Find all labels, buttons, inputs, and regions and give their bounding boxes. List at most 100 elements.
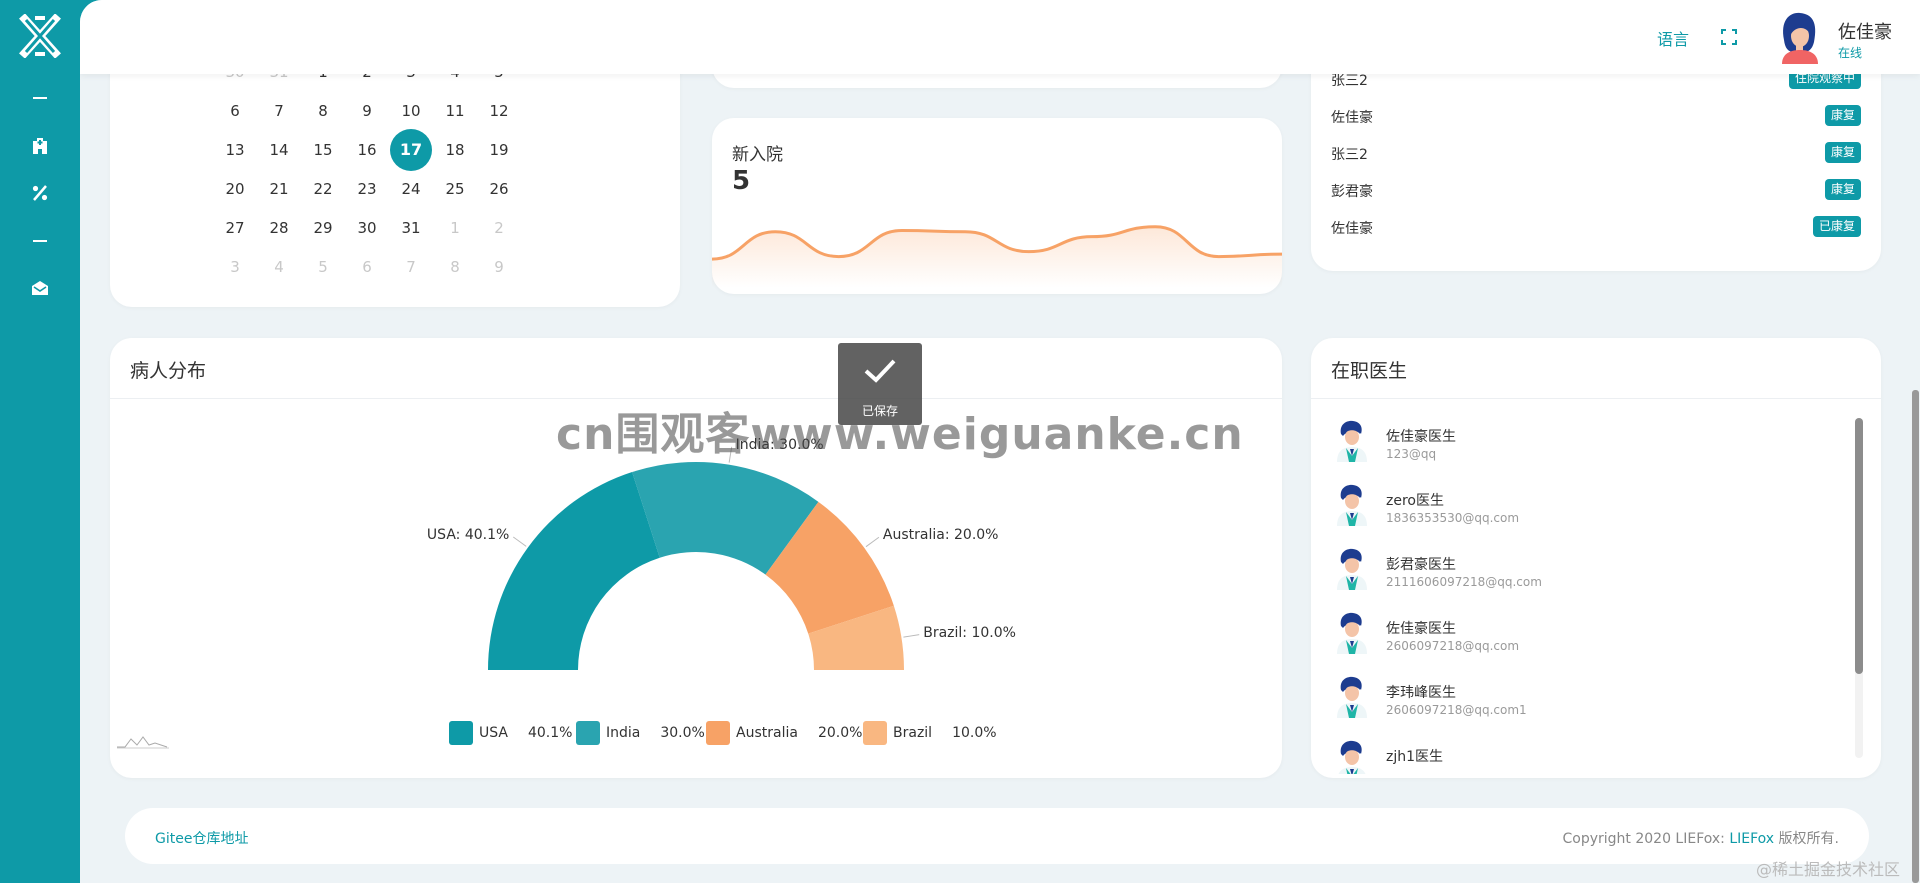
calendar-day[interactable]: 11 <box>435 97 475 125</box>
calendar-day[interactable]: 12 <box>479 97 519 125</box>
user-name[interactable]: 佐佳豪 <box>1838 18 1892 44</box>
calendar-day-selected[interactable]: 17 <box>390 129 432 171</box>
calendar-day[interactable]: 13 <box>215 136 255 164</box>
calendar-day[interactable]: 20 <box>215 175 255 203</box>
legend-item-brazil[interactable]: Brazil 10.0% <box>863 721 997 745</box>
copyright-prefix: Copyright 2020 LIEFox: <box>1562 831 1725 847</box>
legend-item-australia[interactable]: Australia 20.0% <box>706 721 862 745</box>
calendar-day[interactable]: 6 <box>215 97 255 125</box>
calendar-day[interactable]: 25 <box>435 175 475 203</box>
calendar-day[interactable]: 21 <box>259 175 299 203</box>
calendar-day[interactable]: 4 <box>259 253 299 281</box>
sidebar <box>0 0 80 883</box>
status-badge: 康复 <box>1824 142 1861 163</box>
doctor-email: 2606097218@qq.com <box>1386 639 1520 653</box>
calendar-day[interactable]: 31 <box>391 214 431 242</box>
legend-label: Australia <box>736 725 798 741</box>
copyright-link[interactable]: LIEFox <box>1729 831 1774 847</box>
new-admissions-title: 新入院 <box>732 145 783 165</box>
doctor-avatar <box>1333 676 1369 718</box>
scrollbar-thumb[interactable] <box>1855 418 1863 674</box>
legend-value: 10.0% <box>952 725 997 741</box>
doctor-list-item[interactable]: 佐佳豪医生 2606097218@qq.com <box>1333 612 1813 668</box>
calendar-day[interactable]: 28 <box>259 214 299 242</box>
legend-swatch <box>706 721 730 745</box>
slice-label: USA: 40.1% <box>426 526 510 543</box>
calendar-day[interactable]: 16 <box>347 136 387 164</box>
chart-thumbnail-icon[interactable] <box>115 733 171 749</box>
language-switch[interactable]: 语言 <box>1657 26 1689 50</box>
patient-name: 张三2 <box>1331 147 1368 163</box>
doctor-name: zjh1医生 <box>1386 749 1444 765</box>
calendar-day[interactable]: 15 <box>303 136 343 164</box>
footer: Gitee仓库地址 Copyright 2020 LIEFox: LIEFox … <box>125 808 1869 864</box>
new-admissions-card: 新入院 5 <box>712 118 1282 294</box>
calendar-day[interactable]: 2 <box>479 214 519 242</box>
copyright-suffix: 版权所有. <box>1778 831 1839 847</box>
calendar-day[interactable]: 6 <box>347 253 387 281</box>
minus-icon[interactable] <box>28 86 52 110</box>
patient-name: 佐佳豪 <box>1331 221 1373 237</box>
calendar-day[interactable]: 30 <box>347 214 387 242</box>
doctor-avatar <box>1333 420 1369 462</box>
gitee-repo-link[interactable]: Gitee仓库地址 <box>155 828 248 848</box>
doctor-avatar <box>1333 484 1369 526</box>
calendar-day[interactable]: 9 <box>347 97 387 125</box>
patient-row[interactable]: 佐佳豪 已康复 <box>1331 214 1861 240</box>
doctors-title: 在职医生 <box>1331 360 1408 382</box>
legend-value: 20.0% <box>817 725 863 741</box>
calendar-day[interactable]: 19 <box>479 136 519 164</box>
patient-name: 佐佳豪 <box>1331 110 1373 126</box>
user-avatar[interactable] <box>1774 12 1824 64</box>
legend-item-usa[interactable]: USA 40.1% <box>449 721 572 745</box>
percent-icon[interactable] <box>28 181 52 205</box>
doctor-list[interactable]: 佐佳豪医生 123@qq zero医生 1836353530@qq.com 彭君豪医生 2… <box>1311 400 1881 774</box>
calendar-day[interactable]: 14 <box>259 136 299 164</box>
legend-item-india[interactable]: India 30.0% <box>576 721 705 745</box>
minus-icon[interactable] <box>28 229 52 253</box>
patient-row[interactable]: 佐佳豪 康复 <box>1331 103 1861 129</box>
calendar-day[interactable]: 5 <box>303 253 343 281</box>
doctor-list-item[interactable]: 佐佳豪医生 123@qq <box>1333 420 1813 476</box>
calendar-day[interactable]: 3 <box>215 253 255 281</box>
calendar-day[interactable]: 7 <box>259 97 299 125</box>
doctor-list-item[interactable]: 彭君豪医生 2111606097218@qq.com <box>1333 548 1813 604</box>
calendar-day[interactable]: 26 <box>479 175 519 203</box>
calendar-day[interactable]: 9 <box>479 253 519 281</box>
doctor-list-item[interactable]: 李玮峰医生 2606097218@qq.com1 <box>1333 676 1813 732</box>
calendar-day[interactable]: 10 <box>391 97 431 125</box>
doctor-avatar <box>1333 548 1369 590</box>
legend-value: 40.1% <box>527 725 573 741</box>
divider <box>1311 398 1881 399</box>
doctor-avatar <box>1333 612 1369 654</box>
page-scrollbar[interactable] <box>1912 390 1919 883</box>
site-watermark: @稀土掘金技术社区 <box>1756 860 1901 879</box>
doctor-list-scrollbar[interactable] <box>1855 418 1863 758</box>
doctor-email: 1836353530@qq.com <box>1386 511 1520 525</box>
label-leader-line <box>512 536 527 547</box>
legend-label: India <box>606 725 641 741</box>
hospital-icon[interactable] <box>28 134 52 158</box>
calendar-day[interactable]: 8 <box>303 97 343 125</box>
calendar-day[interactable]: 29 <box>303 214 343 242</box>
checkmark-icon <box>864 359 896 383</box>
doctor-list-item[interactable]: zero医生 1836353530@qq.com <box>1333 484 1813 540</box>
status-badge: 已康复 <box>1812 216 1861 237</box>
calendar-day[interactable]: 8 <box>435 253 475 281</box>
legend-swatch <box>863 721 887 745</box>
calendar-day[interactable]: 7 <box>391 253 431 281</box>
app-logo[interactable] <box>18 13 62 59</box>
fullscreen-icon[interactable] <box>1720 28 1740 48</box>
pie-slice-usa[interactable] <box>487 472 660 670</box>
calendar-day[interactable]: 1 <box>435 214 475 242</box>
calendar-day[interactable]: 24 <box>391 175 431 203</box>
calendar-day[interactable]: 18 <box>435 136 475 164</box>
patient-row[interactable]: 彭君豪 康复 <box>1331 177 1861 203</box>
mail-open-icon[interactable] <box>28 276 52 300</box>
calendar-day[interactable]: 27 <box>215 214 255 242</box>
calendar-day[interactable]: 22 <box>303 175 343 203</box>
patient-row[interactable]: 张三2 康复 <box>1331 140 1861 166</box>
calendar-day[interactable]: 23 <box>347 175 387 203</box>
doctor-list-item[interactable]: zjh1医生 <box>1333 740 1813 774</box>
copyright: Copyright 2020 LIEFox: LIEFox 版权所有. <box>1562 828 1839 848</box>
